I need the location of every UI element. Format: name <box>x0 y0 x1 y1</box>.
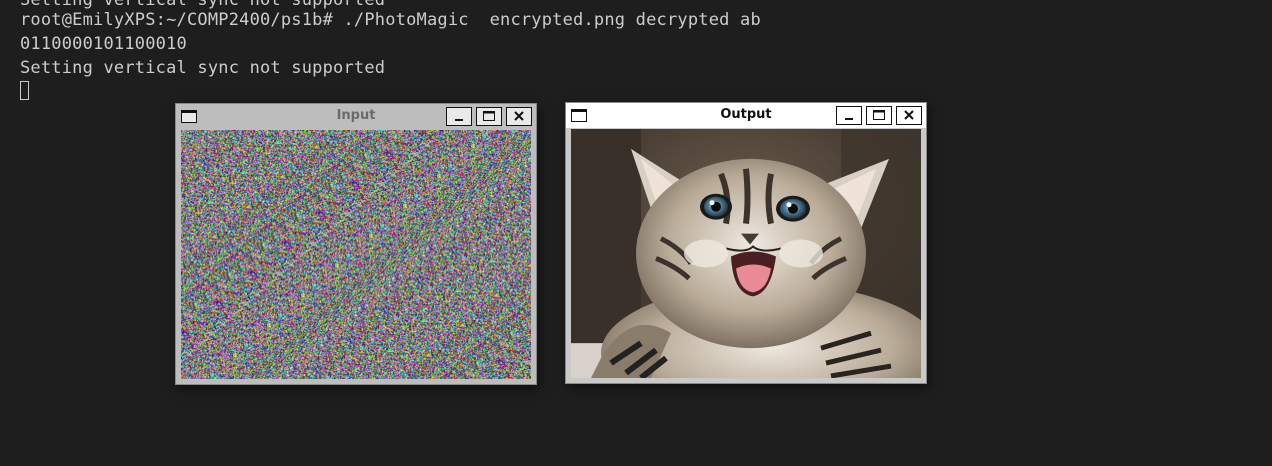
kitten-photo <box>571 129 921 378</box>
input-window[interactable]: Input <box>175 103 537 385</box>
output-window-titlebar[interactable]: Output <box>566 103 926 128</box>
close-icon <box>514 111 524 121</box>
maximize-button[interactable] <box>866 106 892 125</box>
minimize-button[interactable] <box>446 107 472 126</box>
maximize-icon <box>873 110 885 120</box>
terminal-command-line: root@EmilyXPS:~/COMP2400/ps1b# ./PhotoMa… <box>20 10 761 30</box>
output-window[interactable]: Output <box>565 102 927 384</box>
close-button[interactable] <box>506 107 532 126</box>
minimize-button[interactable] <box>836 106 862 125</box>
minimize-icon <box>455 119 463 121</box>
close-icon <box>904 110 914 120</box>
noise-image <box>181 130 531 379</box>
input-window-titlebar[interactable]: Input <box>176 104 536 129</box>
terminal-output-line: Setting vertical sync not supported <box>20 58 386 78</box>
maximize-button[interactable] <box>476 107 502 126</box>
terminal-cursor <box>20 81 29 100</box>
close-button[interactable] <box>896 106 922 125</box>
encrypted-image <box>181 130 531 379</box>
maximize-icon <box>483 111 495 121</box>
minimize-icon <box>845 118 853 120</box>
decrypted-image <box>571 129 921 378</box>
terminal-output-line: 0110000101100010 <box>20 34 187 54</box>
